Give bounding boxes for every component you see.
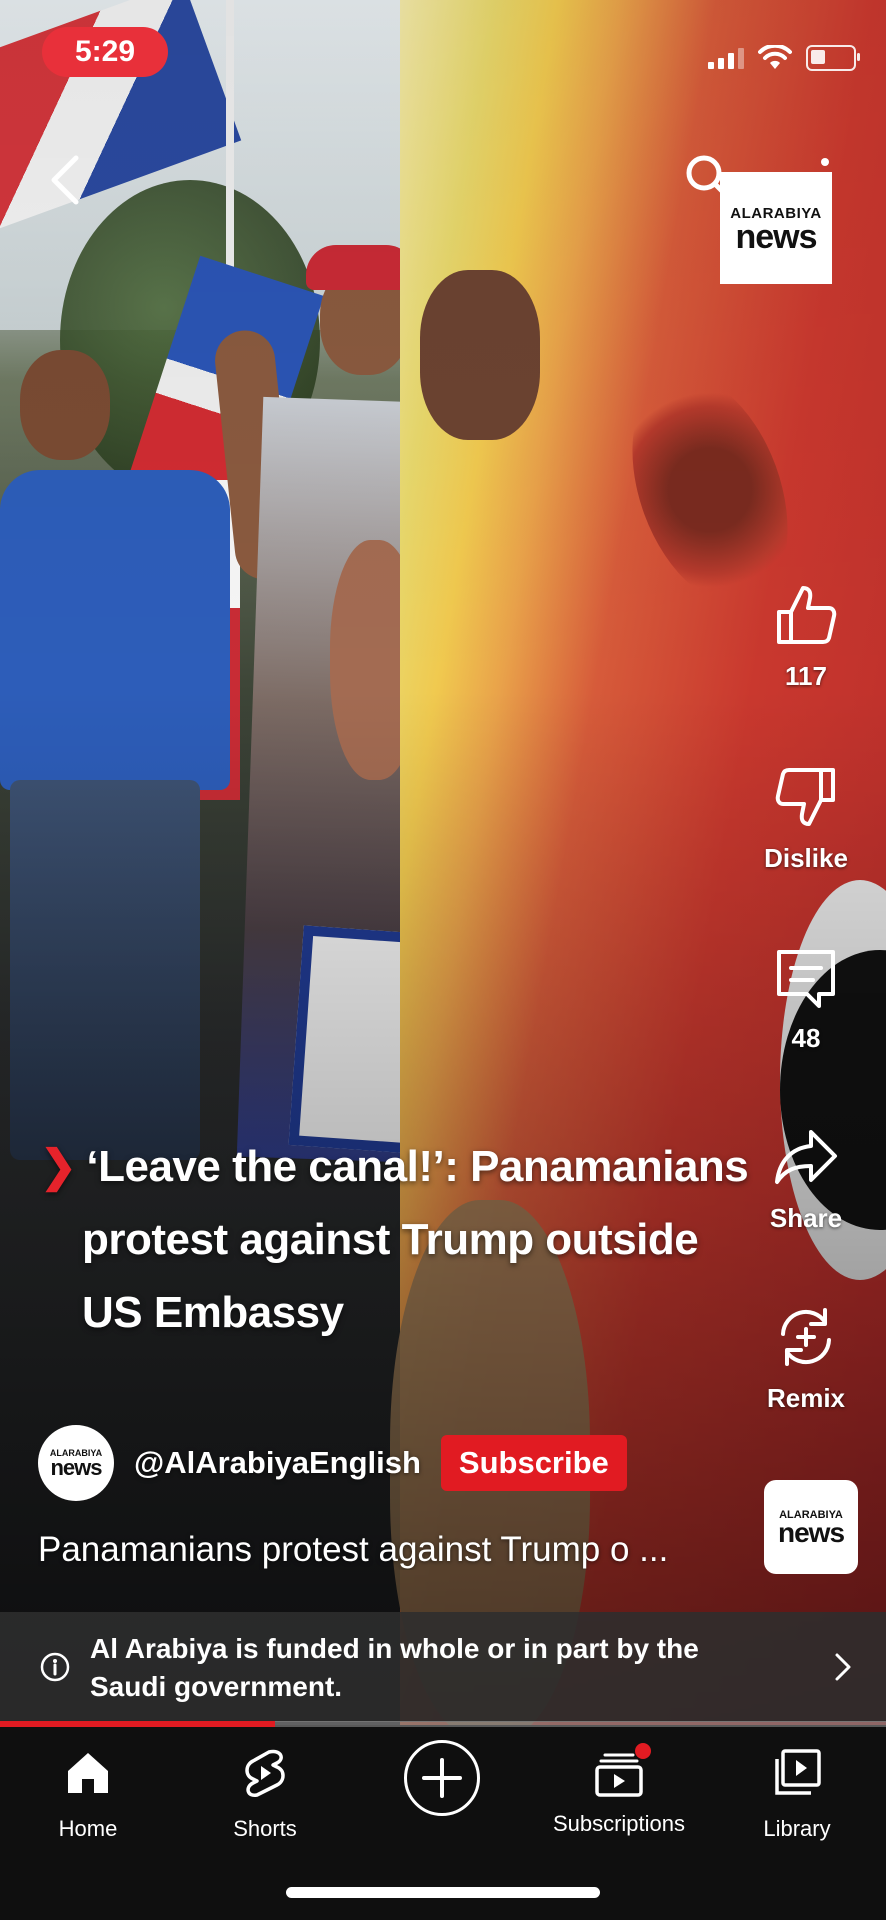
channel-handle[interactable]: @AlArabiyaEnglish [134, 1445, 421, 1481]
nav-subscriptions[interactable]: Subscriptions [544, 1743, 694, 1837]
like-button[interactable]: 117 [746, 580, 866, 692]
shorts-icon [245, 1749, 285, 1797]
remix-label: Remix [766, 1383, 846, 1413]
funding-info-panel[interactable]: Al Arabiya is funded in whole or in part… [0, 1612, 886, 1722]
comments-button[interactable]: 48 [746, 942, 866, 1054]
video-caption: ❯ ‘Leave the canal!’: Panamanians protest… [40, 1130, 780, 1349]
nav-shorts[interactable]: Shorts [190, 1747, 340, 1842]
status-icons [708, 45, 860, 71]
notification-dot [635, 1743, 651, 1759]
nav-home[interactable]: Home [13, 1747, 163, 1842]
caption-line-2: protest against Trump outside [82, 1215, 699, 1264]
nav-shorts-label: Shorts [233, 1816, 297, 1841]
remix-icon [781, 1308, 831, 1366]
avatar-big-text: news [50, 1455, 102, 1480]
sound-thumb-big-text: news [777, 1517, 845, 1548]
channel-watermark-logo: ALARABIYA news [720, 172, 832, 284]
back-arrow-icon[interactable] [42, 150, 86, 210]
library-icon [775, 1749, 821, 1795]
chevron-right-icon [835, 1653, 851, 1681]
nav-home-label: Home [58, 1816, 118, 1841]
status-time: 5:29 [42, 27, 168, 77]
caption-line-1: ‘Leave the canal!’: Panamanians [86, 1142, 749, 1191]
subscribe-button[interactable]: Subscribe [440, 1435, 627, 1491]
subscriptions-icon [593, 1743, 651, 1799]
like-count: 117 [785, 661, 827, 691]
nav-library[interactable]: Library [722, 1747, 872, 1842]
caption-chevron-icon: ❯ [40, 1142, 77, 1191]
home-indicator[interactable] [286, 1887, 600, 1898]
funding-info-text: Al Arabiya is funded in whole or in part… [90, 1633, 699, 1702]
thumbs-up-icon [777, 586, 837, 644]
create-button[interactable] [404, 1740, 480, 1816]
sound-thumbnail[interactable]: ALARABIYA news [764, 1480, 858, 1574]
video-description[interactable]: Panamanians protest against Trump o ... [38, 1530, 738, 1570]
logo-big-text: news [735, 217, 817, 256]
caption-line-3: US Embassy [82, 1288, 344, 1337]
home-icon [68, 1753, 108, 1793]
nav-library-label: Library [763, 1816, 831, 1841]
plus-icon [422, 1758, 462, 1798]
channel-row: ALARABIYA news @AlArabiyaEnglish Subscri… [38, 1425, 627, 1501]
shorts-player-screen: 5:29 ALARABIYA news 117 Dislike 48 Share… [0, 0, 886, 1920]
share-arrow-icon [775, 1130, 837, 1184]
info-icon [40, 1652, 70, 1682]
thumbs-down-icon [775, 768, 835, 826]
comment-count: 48 [791, 1023, 821, 1053]
dislike-label: Dislike [764, 843, 848, 873]
comment-icon [777, 950, 835, 1008]
channel-avatar[interactable]: ALARABIYA news [38, 1425, 114, 1501]
signal-icon [708, 47, 744, 69]
nav-subscriptions-label: Subscriptions [552, 1811, 686, 1836]
wifi-icon [758, 45, 792, 69]
battery-icon [806, 45, 860, 71]
dislike-button[interactable]: Dislike [746, 762, 866, 874]
